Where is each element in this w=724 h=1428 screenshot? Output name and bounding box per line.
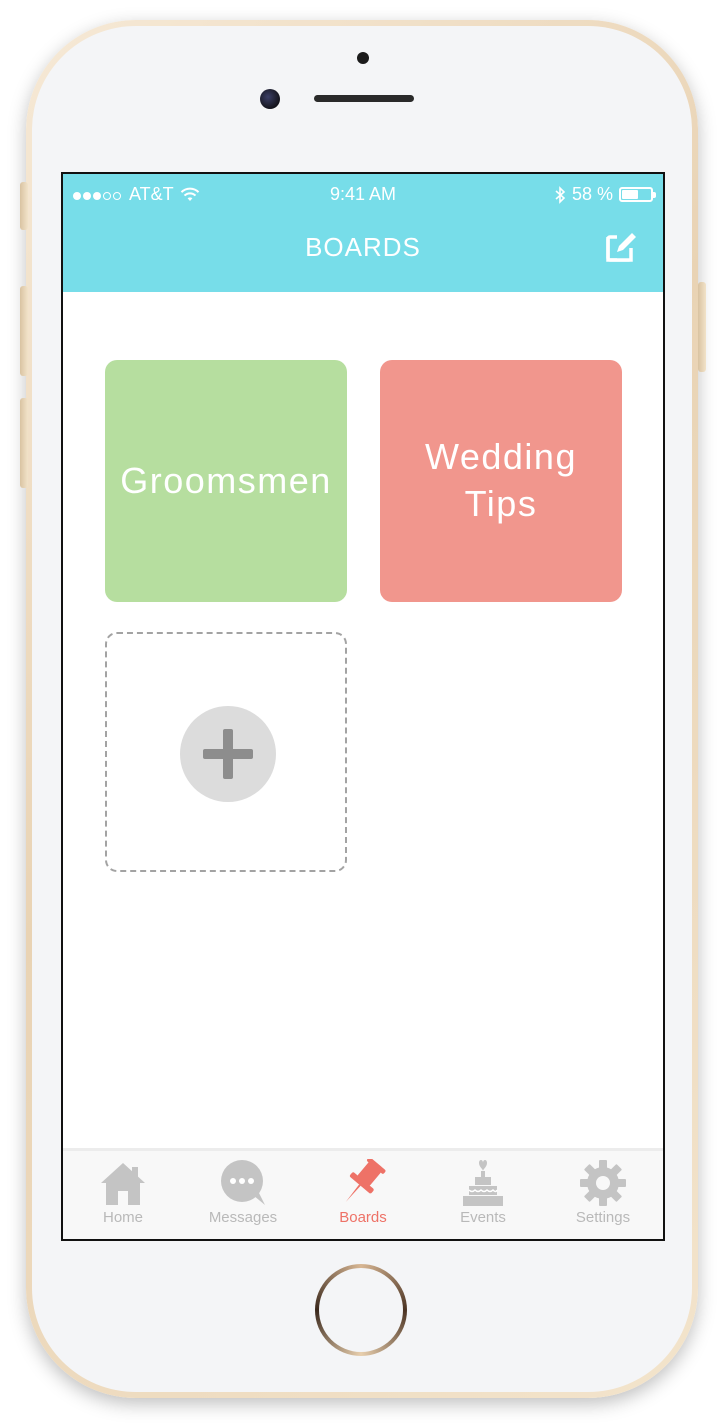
- proximity-sensor: [357, 52, 369, 64]
- mute-switch: [20, 182, 28, 230]
- tab-home[interactable]: Home: [63, 1151, 183, 1239]
- tab-messages[interactable]: Messages: [183, 1151, 303, 1239]
- page-title: BOARDS: [305, 232, 421, 262]
- status-right: 58 %: [554, 184, 656, 205]
- chat-icon: [221, 1160, 265, 1205]
- tab-label: Messages: [208, 1209, 278, 1226]
- tab-label: Settings: [575, 1209, 631, 1226]
- volume-up-button: [20, 286, 28, 376]
- tab-label: Boards: [339, 1209, 387, 1226]
- tab-label: Home: [102, 1209, 143, 1226]
- gear-icon: [580, 1160, 626, 1206]
- pin-icon: [345, 1159, 386, 1202]
- battery-icon: [619, 187, 656, 202]
- add-board-button[interactable]: [105, 632, 347, 872]
- home-button[interactable]: [315, 1264, 407, 1356]
- board-title: Wedding Tips: [425, 436, 577, 524]
- front-camera: [260, 89, 280, 109]
- power-button: [698, 282, 706, 372]
- battery-level: [622, 190, 638, 199]
- tab-events[interactable]: Events: [423, 1151, 543, 1239]
- bluetooth-icon: [555, 185, 566, 204]
- cake-icon: [463, 1160, 503, 1206]
- status-bar: AT&T 9:41 AM 58 %: [63, 180, 663, 210]
- board-tile-groomsmen[interactable]: Groomsmen: [105, 360, 347, 602]
- tab-boards[interactable]: Boards: [303, 1151, 423, 1239]
- edit-icon[interactable]: [605, 230, 639, 264]
- tab-bar: Home Messages Boards Events Settings: [63, 1148, 663, 1239]
- board-tile-wedding-tips[interactable]: Wedding Tips: [380, 360, 622, 602]
- volume-down-button: [20, 398, 28, 488]
- board-title: Groomsmen: [120, 459, 332, 501]
- plus-icon: [180, 706, 276, 802]
- navigation-bar: AT&T 9:41 AM 58 % BOARDS: [63, 174, 663, 292]
- home-icon: [101, 1163, 145, 1205]
- battery-percent: 58 %: [571, 184, 613, 204]
- earpiece-speaker: [314, 95, 414, 102]
- tab-settings[interactable]: Settings: [543, 1151, 663, 1239]
- tab-label: Events: [460, 1209, 506, 1226]
- app-screen: AT&T 9:41 AM 58 % BOARDS Groomsmen Weddi…: [61, 172, 665, 1241]
